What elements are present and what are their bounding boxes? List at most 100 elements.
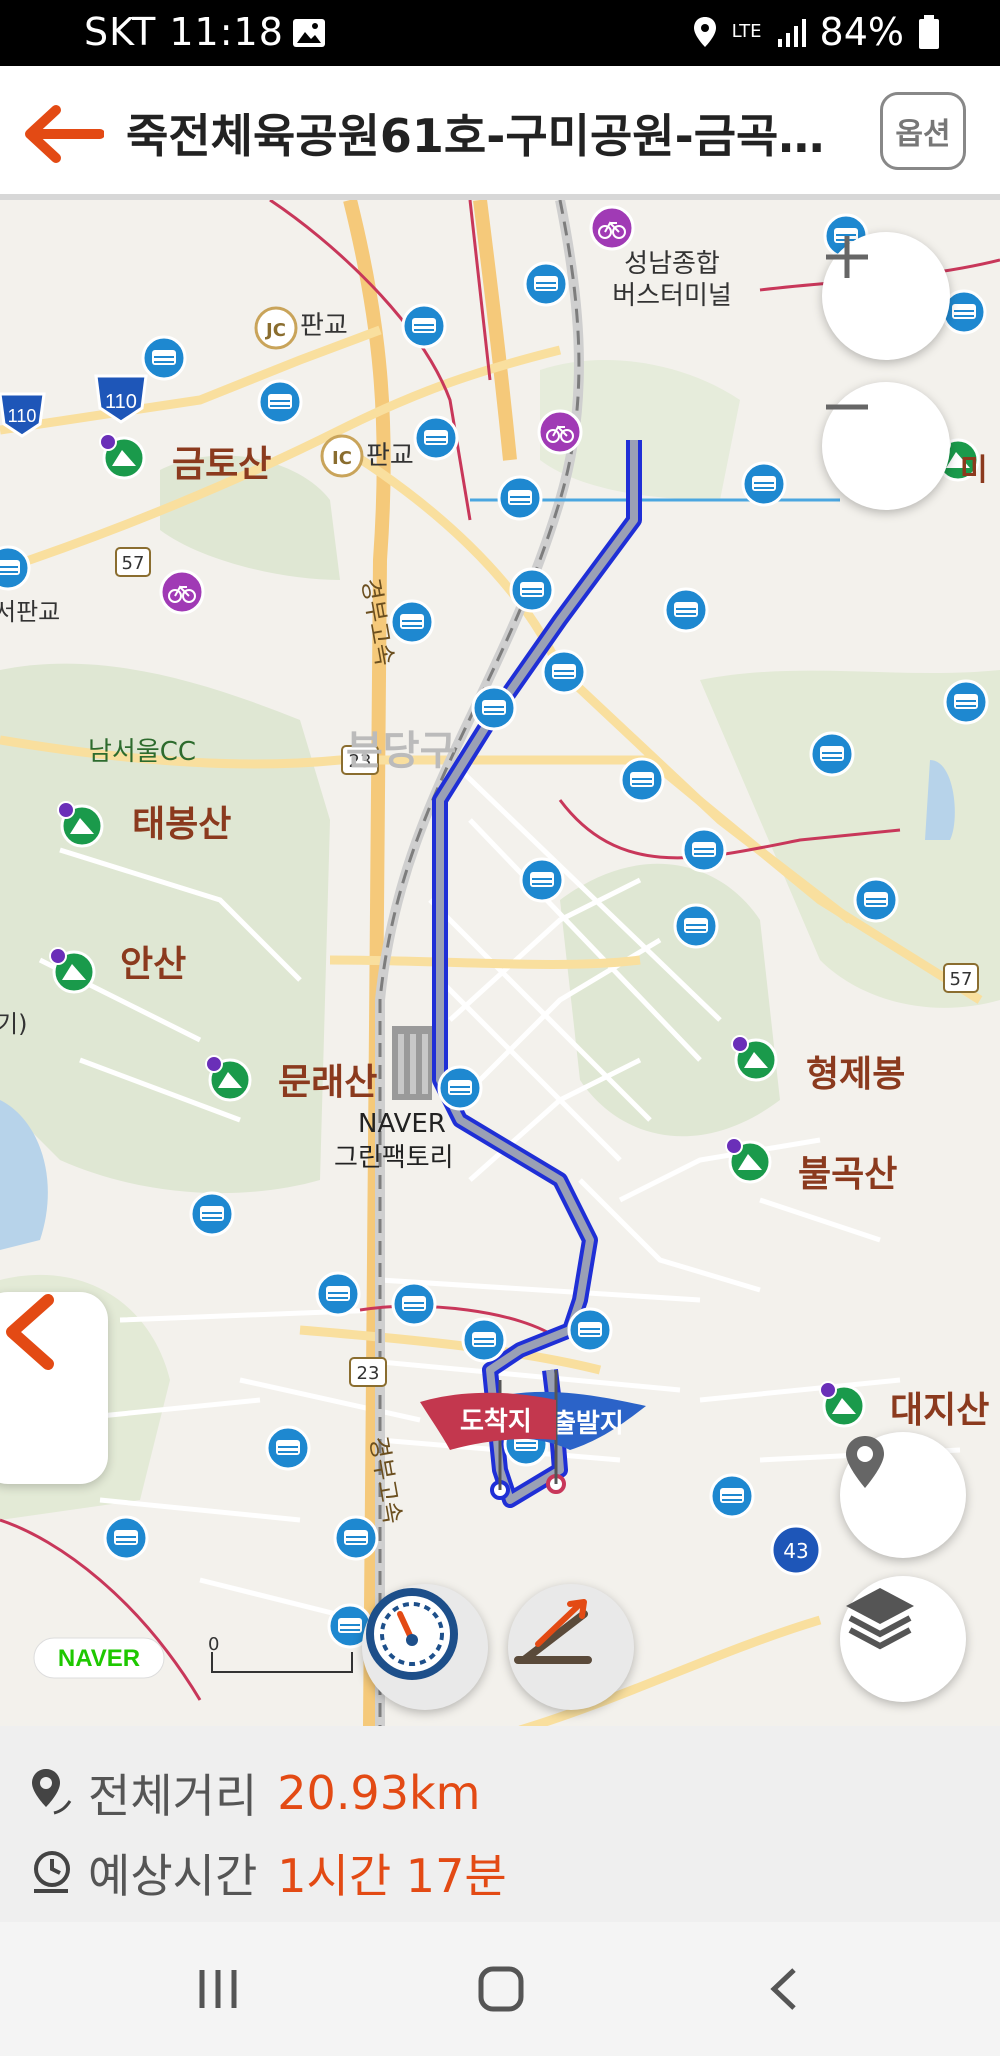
bus-stop-icon[interactable] [541,649,587,695]
label-partial-left: 기) [0,1010,27,1038]
bus-stop-icon[interactable] [497,475,543,521]
bus-stop-icon[interactable] [315,1271,361,1317]
estimated-time-icon [34,1851,70,1893]
my-location-button[interactable] [840,1432,966,1558]
system-nav-bar [0,1922,1000,2056]
bus-stop-icon[interactable] [567,1307,613,1353]
svg-text:출발지: 출발지 [552,1409,624,1439]
svg-text:43: 43 [783,1539,808,1563]
route-distance-icon [32,1769,72,1815]
svg-text:JC: JC [264,320,286,341]
bus-stop-icon[interactable] [437,1065,483,1111]
label-pangyo-jc: 판교 [300,311,348,341]
status-right: LTE 84% [692,10,940,54]
bus-stop-icon[interactable] [0,545,31,591]
speed-button[interactable] [362,1584,488,1710]
bus-stop-icon[interactable] [619,757,665,803]
naver-map-logo: NAVER [33,1637,165,1679]
label-hyeongjebong: 형제봉 [806,1054,905,1095]
bus-stop-icon[interactable] [709,1473,755,1519]
jc-marker: JC [254,306,298,350]
battery-icon [919,15,939,49]
elevation-icon [514,1599,592,1664]
status-bar: SKT 11:18 LTE 84% [0,0,1000,66]
label-ansan: 안산 [120,944,186,985]
bus-stop-icon[interactable] [853,877,899,923]
bus-stop-icon[interactable] [401,303,447,349]
elevation-button[interactable] [508,1584,634,1710]
time-label: 예상시간 [88,1849,258,1903]
app-bar: 죽전체육공원61호-구미공원-금곡… 옵션 [0,66,1000,200]
location-pin-icon [846,1436,884,1488]
ic-marker: IC [320,434,364,478]
label-namseoul-cc: 남서울CC [88,737,196,767]
bus-stop-icon[interactable] [461,1317,507,1363]
svg-text:110: 110 [105,391,137,413]
map-layers-button[interactable] [840,1576,966,1702]
system-back-icon[interactable] [764,1966,804,2012]
distance-row: 전체거리 20.93km [30,1760,480,1826]
bus-stop-icon[interactable] [943,679,989,725]
bus-stop-icon[interactable] [189,1191,235,1237]
distance-value: 20.93km [277,1766,481,1820]
label-seopangyo: 서판교 [0,598,60,626]
bus-stop-icon[interactable] [663,587,709,633]
bus-stop-icon[interactable] [509,567,555,613]
map-view[interactable]: 110 110 57 57 23 23 43 JC IC 성남종합 버스터미널 … [0,200,1000,1726]
distance-label: 전체거리 [88,1769,258,1823]
route-info-panel: 전체거리 20.93km 예상시간 1시간 17분 [0,1726,1000,1922]
zoom-out-button[interactable] [822,382,950,510]
label-greenfactory: 그린팩토리 [334,1143,454,1173]
label-pangyo-ic: 판교 [366,441,414,471]
carrier-time: SKT 11:18 [84,10,284,54]
bus-stop-icon[interactable] [471,685,517,731]
road-shield-57-a: 57 [115,547,151,577]
svg-text:57: 57 [122,553,145,574]
label-geumtosan: 금토산 [172,444,271,485]
label-munraesan: 문래산 [278,1062,377,1103]
recent-apps-icon[interactable] [196,1966,242,2012]
label-taebongsan: 태봉산 [132,804,231,845]
bike-station-icon[interactable] [159,569,205,615]
bus-stop-icon[interactable] [673,903,719,949]
bus-stop-icon[interactable] [265,1425,311,1471]
speedometer-icon [366,1588,458,1680]
bus-stop-icon[interactable] [523,261,569,307]
bus-stop-icon[interactable] [809,731,855,777]
bus-stop-icon[interactable] [141,335,187,381]
bus-stop-icon[interactable] [333,1515,379,1561]
plus-icon [826,236,868,278]
back-arrow-icon[interactable] [20,102,104,166]
bus-stop-icon[interactable] [391,1281,437,1327]
naver-building-icon [392,1026,432,1100]
side-panel-toggle[interactable] [0,1292,108,1484]
time-value: 1시간 17분 [277,1849,507,1903]
label-expressway: 경부고속 [356,576,399,668]
zoom-in-button[interactable] [822,232,950,360]
label-terminal-2: 버스터미널 [612,281,732,311]
bike-station-icon[interactable] [537,409,583,455]
bus-stop-icon[interactable] [103,1515,149,1561]
bus-stop-icon[interactable] [681,827,727,873]
bus-stop-icon[interactable] [519,857,565,903]
mountain-icon [99,433,146,480]
home-icon[interactable] [476,1964,526,2014]
label-naver: NAVER [358,1109,446,1139]
bike-station-icon[interactable] [589,205,635,251]
mountain-icon [725,1137,772,1184]
time-row: 예상시간 1시간 17분 [30,1840,507,1906]
chevron-left-icon [6,1294,54,1370]
road-shield-57-b: 57 [943,963,979,993]
gallery-icon [293,19,325,47]
bus-stop-icon[interactable] [389,599,435,645]
bus-stop-icon[interactable] [413,415,459,461]
battery-percent: 84% [819,10,904,54]
label-daejisan: 대지산 [890,1390,989,1431]
label-bulgoksan: 불곡산 [798,1154,897,1195]
label-partial-mi: 미 [960,453,988,488]
option-button[interactable]: 옵션 [880,92,966,170]
layers-icon [846,1588,914,1650]
svg-text:0: 0 [208,1634,219,1655]
bus-stop-icon[interactable] [257,379,303,425]
bus-stop-icon[interactable] [741,461,787,507]
